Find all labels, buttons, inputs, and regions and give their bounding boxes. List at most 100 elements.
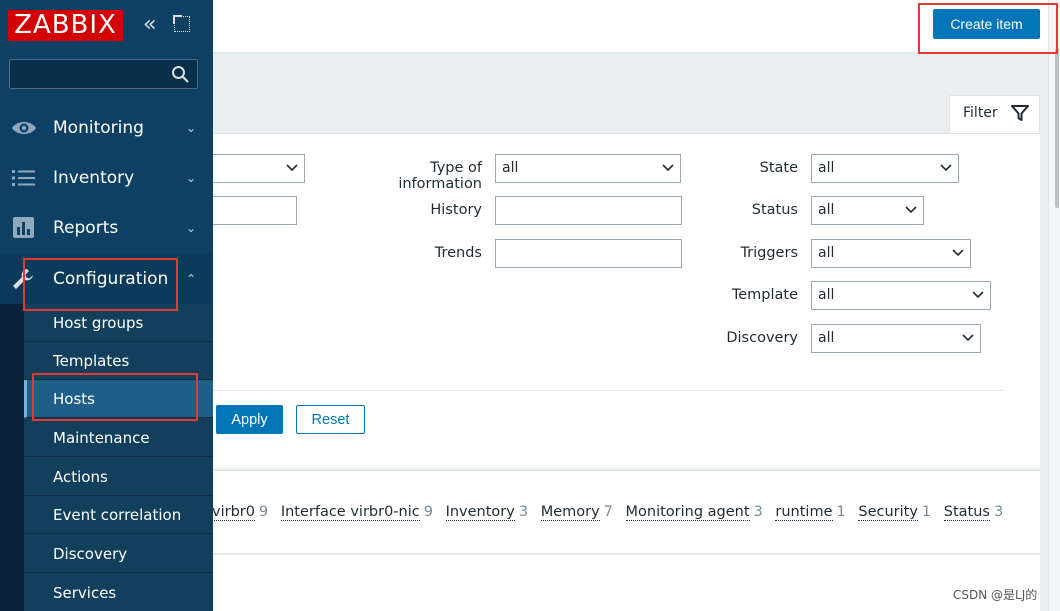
menu-label: Reports (53, 218, 119, 238)
filter-divider (213, 390, 1003, 391)
chevron-down-icon: ⌄ (186, 221, 197, 235)
watermark-text: CSDN @是LJ的 (953, 588, 1038, 602)
submenu-item-services[interactable]: Services (24, 574, 213, 611)
chevron-up-icon: ⌃ (186, 272, 197, 286)
tag-link[interactable]: Monitoring agent (625, 504, 750, 521)
menu-label: Monitoring (53, 118, 144, 138)
menu-label: Configuration (53, 269, 169, 289)
wrench-icon (13, 269, 33, 289)
select-value: all (818, 287, 835, 303)
bar-chart-icon (13, 217, 34, 238)
submenu-item-hosts[interactable]: Hosts (24, 380, 213, 418)
select-value: all (818, 245, 835, 261)
tag-item: Status 3 (943, 504, 1004, 521)
type-of-information-label: Type of information (398, 160, 482, 192)
list-icon (12, 170, 35, 186)
chevron-down-icon: ⌄ (186, 121, 197, 135)
chevron-down-icon (972, 291, 984, 299)
chevron-down-icon (905, 206, 917, 214)
menu-configuration[interactable]: Configuration ⌃ (0, 254, 213, 304)
select-value: all (818, 330, 835, 346)
submenu-item-actions[interactable]: Actions (24, 458, 213, 496)
subfilter-tags-panel: virbr0 9 Interface virbr0-nic 9 Inventory 3… (212, 470, 1040, 554)
triggers-label: Triggers (740, 245, 798, 261)
tag-count: 3 (753, 504, 763, 520)
trends-label: Trends (434, 245, 482, 261)
select-value: all (818, 202, 835, 218)
tag-item: Security 1 (858, 504, 932, 521)
reset-button[interactable]: Reset (296, 405, 365, 434)
kiosk-mode-icon[interactable] (173, 15, 190, 32)
menu-label: Inventory (53, 168, 135, 188)
submenu-item-discovery[interactable]: Discovery (24, 535, 213, 573)
discovery-select[interactable]: all (811, 324, 981, 353)
template-label: Template (731, 287, 798, 303)
template-select[interactable]: all (811, 281, 991, 310)
chevron-down-icon (962, 334, 974, 342)
chevron-down-icon: ⌄ (186, 171, 197, 185)
search-input[interactable] (10, 60, 170, 88)
tag-link[interactable]: virbr0 (212, 504, 255, 521)
triggers-select[interactable]: all (811, 239, 971, 268)
menu-inventory[interactable]: Inventory ⌄ (0, 153, 213, 203)
submenu-item-maintenance[interactable]: Maintenance (24, 419, 213, 457)
tag-item: Monitoring agent 3 (625, 504, 763, 521)
name-field[interactable] (213, 196, 297, 225)
state-select[interactable]: all (811, 154, 959, 183)
submenu-item-host-groups[interactable]: Host groups (24, 304, 213, 342)
chevron-down-icon (662, 164, 674, 172)
trends-field[interactable] (495, 239, 682, 268)
create-item-button[interactable]: Create item (933, 9, 1040, 39)
tag-link[interactable]: Inventory (445, 504, 515, 521)
select-value: all (818, 160, 835, 176)
select-value: all (502, 160, 519, 176)
filter-tab-label: Filter (963, 105, 998, 121)
tag-count: 9 (258, 504, 269, 520)
submenu-item-templates[interactable]: Templates (24, 342, 213, 380)
tag-count: 1 (921, 504, 932, 520)
tag-count: 9 (423, 504, 433, 520)
tag-count: 3 (518, 504, 529, 520)
page-scrollbar[interactable] (1048, 0, 1060, 611)
content-area (213, 555, 1040, 611)
collapse-sidebar-icon[interactable]: « (143, 14, 156, 36)
tag-link[interactable]: Memory (540, 504, 600, 521)
menu-reports[interactable]: Reports ⌄ (0, 203, 213, 253)
submenu-item-event-correlation[interactable]: Event correlation (24, 496, 213, 534)
discovery-label: Discovery (726, 330, 798, 346)
page-header: Create item (213, 0, 1048, 53)
tag-count: 1 (836, 504, 846, 520)
search-icon[interactable] (171, 65, 190, 84)
scrollbar-thumb[interactable] (1055, 48, 1059, 208)
tag-count: 3 (993, 504, 1004, 520)
tag-item: Inventory 3 (445, 504, 529, 521)
tag-item: virbr0 9 (212, 504, 269, 521)
tag-count: 7 (603, 504, 613, 520)
tag-item: runtime 1 (775, 504, 846, 521)
apply-button[interactable]: Apply (216, 405, 283, 434)
tag-item: Memory 7 (540, 504, 613, 521)
status-label: Status (751, 202, 798, 218)
zabbix-logo[interactable]: ZABBIX (8, 10, 123, 41)
host-group-select[interactable] (213, 154, 305, 183)
filter-tab[interactable]: Filter (949, 95, 1040, 134)
tag-item: Interface virbr0-nic 9 (280, 504, 433, 521)
type-of-information-select[interactable]: all (495, 154, 681, 183)
filter-panel: Type of information all History Trends S… (213, 133, 1040, 468)
chevron-down-icon (952, 249, 964, 257)
tag-link[interactable]: Security (858, 504, 918, 521)
tag-link[interactable]: runtime (775, 504, 833, 521)
funnel-icon (1011, 105, 1029, 121)
history-label: History (430, 202, 482, 218)
chevron-down-icon (940, 164, 952, 172)
tag-link[interactable]: Status (943, 504, 990, 521)
sidebar-search (9, 59, 198, 89)
chevron-down-icon (286, 164, 298, 172)
menu-monitoring[interactable]: Monitoring ⌄ (0, 103, 213, 153)
history-field[interactable] (495, 196, 682, 225)
tag-link[interactable]: Interface virbr0-nic (280, 504, 420, 521)
tags-row: virbr0 9 Interface virbr0-nic 9 Inventory 3… (212, 504, 1011, 521)
state-label: State (759, 160, 798, 176)
status-select[interactable]: all (811, 196, 924, 225)
eye-icon (12, 122, 36, 134)
